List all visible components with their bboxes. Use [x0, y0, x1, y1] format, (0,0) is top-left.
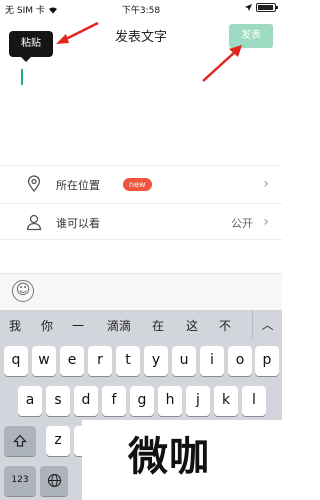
candidate-word[interactable]: 我: [9, 317, 21, 334]
key-k[interactable]: k: [214, 386, 238, 416]
key-i[interactable]: i: [200, 346, 224, 376]
annotation-arrow-icon: [202, 45, 242, 82]
key-u[interactable]: u: [172, 346, 196, 376]
key-o[interactable]: o: [228, 346, 252, 376]
battery-icon: [256, 3, 278, 12]
chevron-up-icon[interactable]: ︿: [252, 310, 282, 340]
key-g[interactable]: g: [130, 386, 154, 416]
location-pin-icon: [27, 175, 41, 193]
location-label: 所在位置: [56, 179, 100, 192]
annotation-arrow-icon: [56, 21, 99, 44]
status-time: 下午3:58: [121, 6, 161, 16]
key-a[interactable]: a: [18, 386, 42, 416]
key-p[interactable]: p: [255, 346, 279, 376]
key-l[interactable]: l: [242, 386, 266, 416]
key-h[interactable]: h: [158, 386, 182, 416]
location-row[interactable]: 所在位置 new ›: [0, 165, 282, 202]
key-f[interactable]: f: [102, 386, 126, 416]
visibility-row[interactable]: 谁可以看 公开 ›: [0, 203, 282, 240]
key-j[interactable]: j: [186, 386, 210, 416]
status-bar: 无 SIM 卡 下午3:58: [0, 0, 282, 18]
key-e[interactable]: e: [60, 346, 84, 376]
candidate-word[interactable]: 滴滴: [107, 317, 131, 334]
watermark: 微咖: [82, 420, 282, 500]
new-badge: new: [123, 178, 152, 191]
key-w[interactable]: w: [32, 346, 56, 376]
globe-icon: [47, 473, 61, 488]
visibility-label: 谁可以看: [56, 217, 100, 230]
candidate-word[interactable]: 一: [72, 317, 84, 334]
candidate-word[interactable]: 这: [186, 317, 198, 334]
candidate-word[interactable]: 你: [41, 317, 53, 334]
globe-key[interactable]: [40, 466, 68, 496]
key-z[interactable]: z: [46, 426, 70, 456]
visibility-value: 公开: [231, 217, 253, 230]
key-y[interactable]: y: [144, 346, 168, 376]
location-arrow-icon: [245, 4, 252, 11]
shift-key[interactable]: [4, 426, 36, 456]
person-icon: [26, 214, 42, 231]
chevron-right-icon: ›: [263, 214, 269, 230]
key-s[interactable]: s: [46, 386, 70, 416]
watermark-text: 微咖: [128, 434, 210, 480]
numbers-key[interactable]: 123: [4, 466, 36, 496]
candidate-word[interactable]: 在: [152, 317, 164, 334]
smiley-icon[interactable]: ☺: [12, 280, 34, 302]
candidate-bar: 我 你 一 滴滴 在 这 不 ︿: [0, 310, 282, 340]
key-q[interactable]: q: [4, 346, 28, 376]
candidate-word[interactable]: 不: [219, 317, 231, 334]
chevron-right-icon: ›: [263, 176, 269, 192]
key-t[interactable]: t: [116, 346, 140, 376]
key-r[interactable]: r: [88, 346, 112, 376]
emoji-toolbar: ☺: [0, 273, 282, 310]
key-d[interactable]: d: [74, 386, 98, 416]
shift-arrow-icon: [13, 434, 27, 447]
